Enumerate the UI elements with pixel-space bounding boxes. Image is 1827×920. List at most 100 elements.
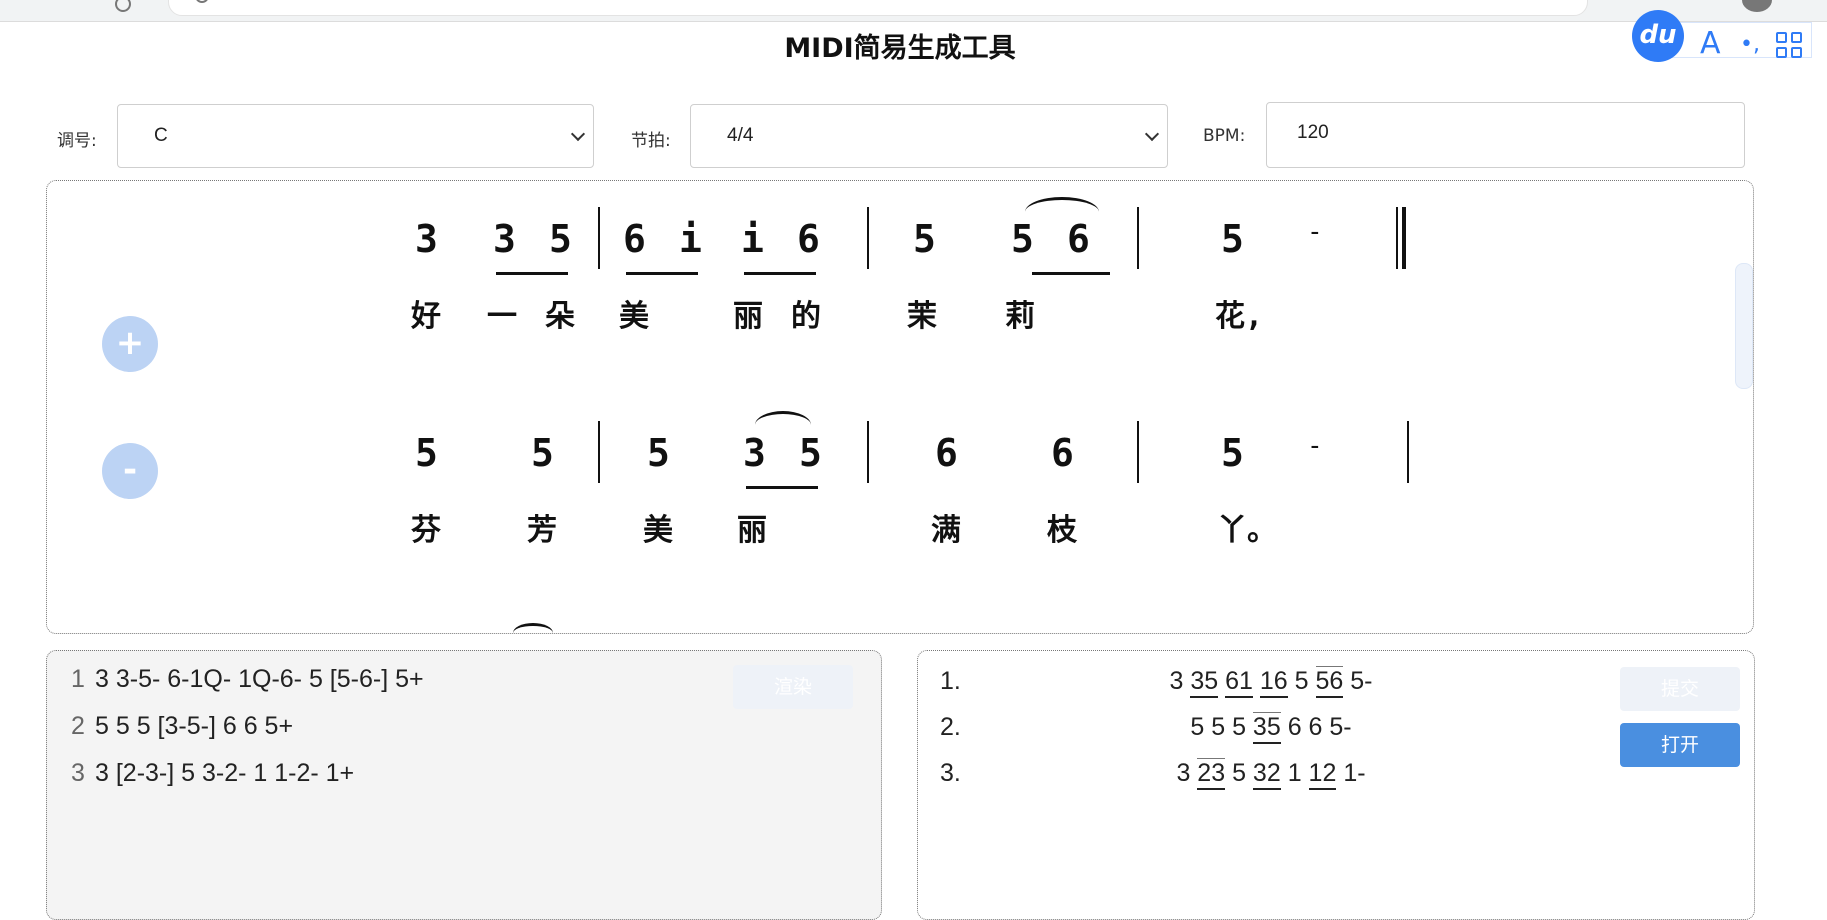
bpm-input[interactable]: 120 <box>1266 102 1745 168</box>
bpm-label: BPM: <box>1203 126 1246 146</box>
barline <box>867 421 869 483</box>
token: 5 <box>1190 713 1205 741</box>
melody: 3 35 61 16 5 56 5- <box>918 666 1624 698</box>
editor-line: 2 5 5 5 [3-5-] 6 6 5+ <box>71 712 293 741</box>
note: 3 <box>415 217 438 261</box>
token: 3 <box>1176 759 1191 787</box>
token: 5- <box>1329 713 1352 741</box>
lyric: 芳 <box>527 513 557 548</box>
address-bar[interactable] <box>168 0 1588 16</box>
bpm-input-value: 120 <box>1297 122 1329 143</box>
lyric: 芬 <box>411 513 441 548</box>
token: 61 <box>1225 667 1253 698</box>
remove-line-button[interactable]: - <box>102 443 158 499</box>
note-dash: - <box>1307 217 1323 247</box>
line-number: 2 <box>71 712 85 740</box>
note: 6 <box>623 217 646 261</box>
token: 35 <box>1190 667 1219 698</box>
lyric: 的 <box>791 299 821 334</box>
barline <box>1407 421 1409 483</box>
melody: 5 5 5 35 6 6 5- <box>918 712 1624 744</box>
repeat-barline-thick <box>1402 207 1406 269</box>
token: 56 <box>1315 666 1344 698</box>
key-select-value: C <box>154 125 168 146</box>
note: 5 <box>1221 431 1244 475</box>
preview-line: 3. 3 23 5 32 1 12 1- <box>918 758 1756 790</box>
token: 6 <box>1308 713 1323 741</box>
meter-select[interactable]: 4/4 <box>690 104 1168 168</box>
token: 12 <box>1308 759 1337 790</box>
editor-line-text: 3 3-5- 6-1Q- 1Q-6- 5 [5-6-] 5+ <box>95 665 424 693</box>
slur <box>1025 197 1099 227</box>
site-info-icon[interactable] <box>195 0 209 3</box>
note: 6 <box>935 431 958 475</box>
beam <box>746 486 818 489</box>
beam <box>1032 272 1110 275</box>
token: 23 <box>1197 758 1226 790</box>
meter-label: 节拍: <box>631 131 671 151</box>
note: 5 <box>1221 217 1244 261</box>
slur <box>513 623 553 633</box>
token: 16 <box>1259 667 1288 698</box>
lyric: 美 <box>619 299 649 334</box>
editor-line: 3 3 [2-3-] 5 3-2- 1 1-2- 1+ <box>71 759 354 788</box>
barline <box>598 421 600 483</box>
note: 5 <box>913 217 936 261</box>
note: i <box>741 217 764 261</box>
lyric: 茉 <box>907 299 937 334</box>
token: 3 <box>1169 667 1184 695</box>
chevron-down-icon <box>1144 126 1160 142</box>
preview-panel: 提交 打开 1. 3 35 61 16 5 56 5- 2. 5 5 5 35 … <box>917 650 1755 920</box>
token: 5 <box>1232 759 1246 787</box>
note: 3 <box>493 217 516 261</box>
lyric: 丽 <box>737 513 767 548</box>
chevron-down-icon <box>570 126 586 142</box>
note: 5 <box>647 431 670 475</box>
token: 5 <box>1232 713 1246 741</box>
note: 6 <box>1051 431 1074 475</box>
token: 5 <box>1294 667 1309 695</box>
token: 5- <box>1350 667 1373 695</box>
melody: 3 23 5 32 1 12 1- <box>918 758 1624 790</box>
lyric: 满 <box>931 513 961 548</box>
editor-line: 1 3 3-5- 6-1Q- 1Q-6- 5 [5-6-] 5+ <box>71 665 424 694</box>
key-label: 调号: <box>57 131 97 151</box>
editor-line-text: 3 [2-3-] 5 3-2- 1 1-2- 1+ <box>95 759 355 787</box>
score-panel: 3 3 5 6 i i 6 5 5 6 5 - 好 一 朵 美 丽 的 茉 莉 … <box>46 180 1754 634</box>
add-line-button[interactable]: + <box>102 316 158 372</box>
barline <box>1137 421 1139 483</box>
lyric: 莉 <box>1005 299 1035 334</box>
key-select[interactable]: C <box>117 104 594 168</box>
note: 5 <box>415 431 438 475</box>
token: 32 <box>1252 759 1281 790</box>
token: 5 <box>1211 713 1226 741</box>
token: 1- <box>1343 759 1366 787</box>
note: i <box>679 217 702 261</box>
preview-line: 2. 5 5 5 35 6 6 5- <box>918 712 1756 744</box>
score-scrollbar[interactable] <box>1735 263 1753 389</box>
lyric: 一 <box>487 299 517 334</box>
note: 5 <box>549 217 572 261</box>
slur <box>755 411 811 439</box>
beam <box>496 272 568 275</box>
lyric: 朵 <box>545 299 575 334</box>
repeat-barline <box>1396 207 1398 269</box>
notation-editor[interactable]: 渲染 1 3 3-5- 6-1Q- 1Q-6- 5 [5-6-] 5+ 2 5 5 … <box>46 650 882 920</box>
token: 1 <box>1287 759 1302 787</box>
preview-line: 1. 3 35 61 16 5 56 5- <box>918 666 1756 698</box>
lyric: 丽 <box>733 299 763 334</box>
token: 6 <box>1287 713 1302 741</box>
beam <box>626 272 698 275</box>
page-title: MIDI简易生成工具 <box>784 33 1016 64</box>
barline <box>1137 207 1139 269</box>
browser-toolbar <box>0 0 1827 22</box>
lyric: 美 <box>643 513 673 548</box>
meter-select-value: 4/4 <box>727 125 754 146</box>
line-number: 1 <box>71 665 85 693</box>
note: 6 <box>797 217 820 261</box>
render-button[interactable]: 渲染 <box>733 665 853 709</box>
note: 5 <box>531 431 554 475</box>
lyric: 丫。 <box>1217 513 1277 548</box>
reload-icon[interactable] <box>115 0 131 12</box>
barline <box>867 207 869 269</box>
